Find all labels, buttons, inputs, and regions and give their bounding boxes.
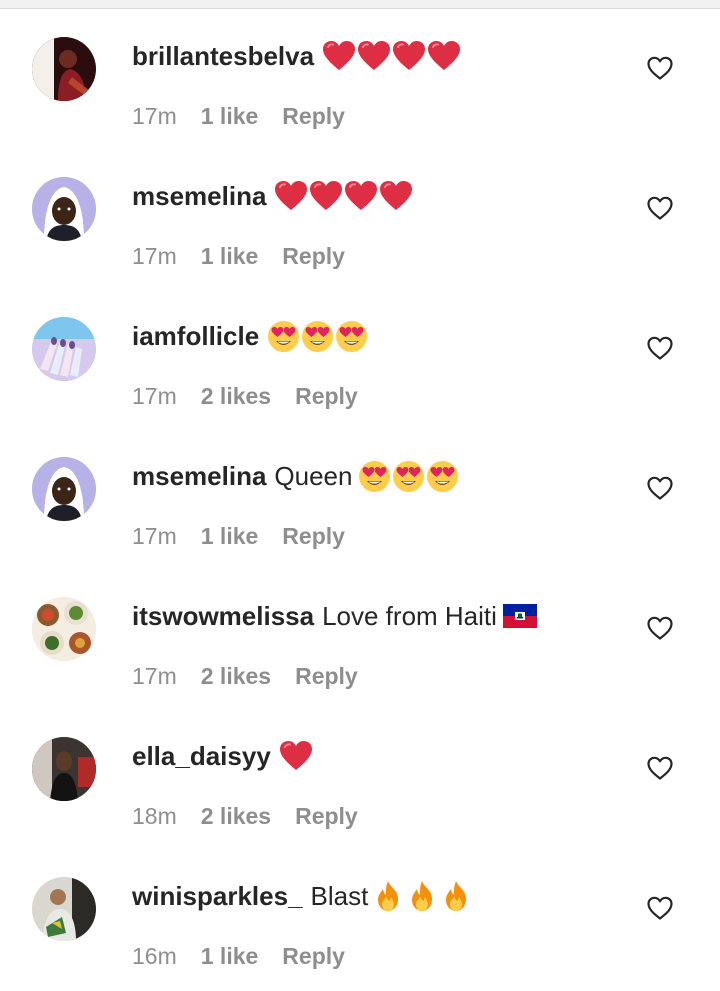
heart-outline-icon[interactable] xyxy=(646,754,674,782)
comment-timestamp: 17m xyxy=(132,102,177,129)
avatar[interactable] xyxy=(32,177,96,241)
reply-button[interactable]: Reply xyxy=(282,523,345,550)
avatar[interactable] xyxy=(32,457,96,521)
comment-meta: 17m 2 likes Reply xyxy=(132,660,358,692)
fire-emoji xyxy=(374,880,402,912)
comment-text: Love from Haiti xyxy=(322,600,497,631)
heart-outline-icon[interactable] xyxy=(646,894,674,922)
comment-likes-count[interactable]: 1 like xyxy=(201,243,259,270)
heart-outline-icon[interactable] xyxy=(646,194,674,222)
comment-item: itswowmelissa Love from Haiti 17m 2 likes Re… xyxy=(0,560,720,700)
comment-timestamp: 17m xyxy=(132,242,177,269)
comment-item: msemelina Queen 17m 1 like Reply xyxy=(0,420,720,560)
red-heart-emoji xyxy=(274,180,308,212)
comment-username[interactable]: winisparkles_ xyxy=(132,881,303,912)
comment-text: Queen xyxy=(274,460,353,491)
red-heart-emoji xyxy=(279,740,313,772)
avatar[interactable] xyxy=(32,737,96,801)
red-heart-emoji xyxy=(309,180,343,212)
comment-body: winisparkles_ Blast xyxy=(132,876,476,916)
red-heart-emoji xyxy=(427,40,461,72)
red-heart-emoji xyxy=(392,40,426,72)
comment-likes-count[interactable]: 2 likes xyxy=(201,803,271,830)
reply-button[interactable]: Reply xyxy=(295,383,358,410)
fire-emoji xyxy=(442,880,470,912)
avatar[interactable] xyxy=(32,877,96,941)
comment-username[interactable]: itswowmelissa xyxy=(132,601,314,632)
heart-eyes-emoji xyxy=(301,320,334,353)
comment-item: brillantesbelva 17m 1 like Reply xyxy=(0,0,720,140)
comment-meta: 17m 1 like Reply xyxy=(132,100,345,132)
heart-outline-icon[interactable] xyxy=(646,334,674,362)
reply-button[interactable]: Reply xyxy=(295,663,358,690)
fire-emoji xyxy=(408,880,436,912)
comment-timestamp: 18m xyxy=(132,802,177,829)
comment-likes-count[interactable]: 1 like xyxy=(201,103,259,130)
avatar[interactable] xyxy=(32,597,96,661)
reply-button[interactable]: Reply xyxy=(282,943,345,970)
reply-button[interactable]: Reply xyxy=(282,243,345,270)
comment-username[interactable]: iamfollicle xyxy=(132,321,259,352)
comment-likes-count[interactable]: 2 likes xyxy=(201,383,271,410)
comment-username[interactable]: msemelina xyxy=(132,461,266,492)
comment-likes-count[interactable]: 2 likes xyxy=(201,663,271,690)
red-heart-emoji xyxy=(344,180,378,212)
heart-outline-icon[interactable] xyxy=(646,474,674,502)
comment-meta: 18m 2 likes Reply xyxy=(132,800,358,832)
comment-likes-count[interactable]: 1 like xyxy=(201,523,259,550)
haiti-flag-emoji xyxy=(502,604,537,628)
heart-outline-icon[interactable] xyxy=(646,54,674,82)
comment-body: msemelina Queen xyxy=(132,456,460,496)
comment-username[interactable]: msemelina xyxy=(132,181,266,212)
heart-eyes-emoji xyxy=(426,460,459,493)
comment-item: iamfollicle 17m 2 likes Reply xyxy=(0,280,720,420)
heart-eyes-emoji xyxy=(392,460,425,493)
avatar[interactable] xyxy=(32,37,96,101)
heart-eyes-emoji xyxy=(267,320,300,353)
reply-button[interactable]: Reply xyxy=(282,103,345,130)
red-heart-emoji xyxy=(379,180,413,212)
comment-body: itswowmelissa Love from Haiti xyxy=(132,596,538,636)
comment-body: iamfollicle xyxy=(132,316,369,356)
red-heart-emoji xyxy=(322,40,356,72)
comment-username[interactable]: ella_daisyy xyxy=(132,741,271,772)
comment-timestamp: 17m xyxy=(132,522,177,549)
comment-meta: 17m 1 like Reply xyxy=(132,520,345,552)
comment-timestamp: 17m xyxy=(132,662,177,689)
comment-item: ella_daisyy 18m 2 likes Reply xyxy=(0,700,720,840)
comment-item: msemelina 17m 1 like Reply xyxy=(0,140,720,280)
comment-body: brillantesbelva xyxy=(132,36,462,76)
comment-body: msemelina xyxy=(132,176,414,216)
comment-timestamp: 16m xyxy=(132,942,177,969)
heart-eyes-emoji xyxy=(358,460,391,493)
avatar[interactable] xyxy=(32,317,96,381)
comment-text: Blast xyxy=(310,880,369,911)
comment-body: ella_daisyy xyxy=(132,736,314,776)
heart-outline-icon[interactable] xyxy=(646,614,674,642)
comment-likes-count[interactable]: 1 like xyxy=(201,943,259,970)
comment-meta: 17m 2 likes Reply xyxy=(132,380,358,412)
reply-button[interactable]: Reply xyxy=(295,803,358,830)
red-heart-emoji xyxy=(357,40,391,72)
comment-timestamp: 17m xyxy=(132,382,177,409)
comment-meta: 16m 1 like Reply xyxy=(132,940,345,972)
heart-eyes-emoji xyxy=(335,320,368,353)
comment-meta: 17m 1 like Reply xyxy=(132,240,345,272)
comment-item: winisparkles_ Blast 16m 1 like Reply xyxy=(0,840,720,980)
comment-username[interactable]: brillantesbelva xyxy=(132,41,314,72)
